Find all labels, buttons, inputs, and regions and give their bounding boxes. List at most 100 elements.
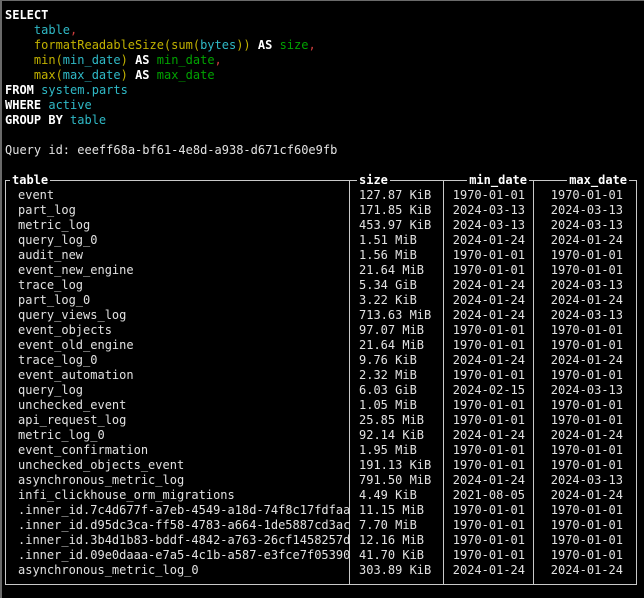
cell-max-date: 2024-03-13 (533, 218, 637, 233)
cell-table: event_old_engine (5, 338, 349, 353)
cell-max-date: 1970-01-01 (533, 518, 637, 533)
table-row: asynchronous_metric_log791.50 MiB2024-01… (5, 473, 637, 488)
cell-max-date: 1970-01-01 (533, 188, 637, 203)
table-row: asynchronous_metric_log_0303.89 KiB2024-… (5, 563, 637, 578)
result-table: table size min_date max_date event127.87… (5, 173, 637, 585)
cell-max-date: 2024-01-24 (533, 353, 637, 368)
cell-table: query_log_0 (5, 233, 349, 248)
cell-size: 12.16 MiB (349, 533, 443, 548)
sql-line: formatReadableSize(sum(bytes)) AS size, (5, 38, 644, 53)
cell-table: asynchronous_metric_log_0 (5, 563, 349, 578)
cell-min-date: 1970-01-01 (443, 533, 533, 548)
sql-token-identifier: table (34, 23, 70, 37)
table-row: query_log6.03 GiB2024-02-152024-03-13 (5, 383, 637, 398)
cell-max-date: 2024-01-24 (533, 563, 637, 578)
table-row: event_new_engine21.64 MiB1970-01-011970-… (5, 263, 637, 278)
cell-table: query_views_log (5, 308, 349, 323)
cell-max-date: 2024-01-24 (533, 428, 637, 443)
cell-size: 1.56 MiB (349, 248, 443, 263)
table-row: event_old_engine21.64 MiB1970-01-011970-… (5, 338, 637, 353)
cell-min-date: 2024-03-13 (443, 218, 533, 233)
cell-table: asynchronous_metric_log (5, 473, 349, 488)
cell-size: 97.07 MiB (349, 323, 443, 338)
sql-query: SELECTtable,formatReadableSize(sum(bytes… (5, 8, 644, 128)
table-header-row: table size min_date max_date (5, 173, 637, 188)
cell-min-date: 2021-08-05 (443, 488, 533, 503)
table-row: event_automation2.32 MiB1970-01-011970-0… (5, 368, 637, 383)
cell-table: .inner_id.3b4d1b83-bddf-4842-a763-26cf14… (5, 533, 349, 548)
sql-line: max(max_date) AS max_date (5, 68, 644, 83)
table-row: query_views_log713.63 MiB2024-01-242024-… (5, 308, 637, 323)
sql-token-plain (150, 53, 157, 67)
cell-min-date: 1970-01-01 (443, 458, 533, 473)
cell-max-date: 1970-01-01 (533, 458, 637, 473)
cell-min-date: 2024-02-15 (443, 383, 533, 398)
sql-line: WHERE active (5, 98, 644, 113)
cell-max-date: 1970-01-01 (533, 248, 637, 263)
sql-line: GROUP BY table (5, 113, 644, 128)
table-row: event127.87 KiB1970-01-011970-01-01 (5, 188, 637, 203)
table-row: unchecked_objects_event191.13 KiB1970-01… (5, 458, 637, 473)
cell-min-date: 1970-01-01 (443, 263, 533, 278)
cell-table: trace_log_0 (5, 353, 349, 368)
cell-max-date: 2024-03-13 (533, 308, 637, 323)
sql-token-identifier: max_date (63, 68, 121, 82)
cell-min-date: 1970-01-01 (443, 518, 533, 533)
table-row: trace_log5.34 GiB2024-01-242024-03-13 (5, 278, 637, 293)
cell-max-date: 2024-03-13 (533, 473, 637, 488)
terminal-window[interactable]: SELECTtable,formatReadableSize(sum(bytes… (0, 0, 644, 598)
cell-size: 6.03 GiB (349, 383, 443, 398)
sql-line: table, (5, 23, 644, 38)
cell-size: 453.97 KiB (349, 218, 443, 233)
cell-min-date: 2024-01-24 (443, 293, 533, 308)
table-body: event127.87 KiB1970-01-011970-01-01part_… (5, 188, 637, 585)
sql-token-alias: max_date (157, 68, 215, 82)
table-row: api_request_log25.85 MiB1970-01-011970-0… (5, 413, 637, 428)
cell-min-date: 2024-03-13 (443, 203, 533, 218)
cell-size: 7.70 MiB (349, 518, 443, 533)
sql-token-function: ) (121, 68, 128, 82)
cell-table: .inner_id.7c4d677f-a7eb-4549-a18d-74f8c1… (5, 503, 349, 518)
cell-table: metric_log (5, 218, 349, 233)
sql-token-function: formatReadableSize(sum( (34, 38, 200, 52)
cell-min-date: 2024-01-24 (443, 428, 533, 443)
cell-table: metric_log_0 (5, 428, 349, 443)
cell-max-date: 2024-03-13 (533, 278, 637, 293)
sql-token-identifier: system.parts (41, 83, 128, 97)
table-row: .inner_id.09e0daaa-e7a5-4c1b-a587-e3fce7… (5, 548, 637, 563)
cell-size: 791.50 MiB (349, 473, 443, 488)
cell-table: query_log (5, 383, 349, 398)
cell-table: infi_clickhouse_orm_migrations (5, 488, 349, 503)
cell-min-date: 2024-01-24 (443, 563, 533, 578)
column-header-max-date: max_date (533, 173, 637, 188)
cell-max-date: 1970-01-01 (533, 533, 637, 548)
table-row: infi_clickhouse_orm_migrations4.49 KiB20… (5, 488, 637, 503)
cell-min-date: 1970-01-01 (443, 188, 533, 203)
cell-size: 171.85 KiB (349, 203, 443, 218)
cell-max-date: 1970-01-01 (533, 548, 637, 563)
cell-size: 1.51 MiB (349, 233, 443, 248)
cell-max-date: 1970-01-01 (533, 338, 637, 353)
table-row: audit_new1.56 MiB1970-01-011970-01-01 (5, 248, 637, 263)
sql-token-function: min( (34, 53, 63, 67)
sql-token-identifier: min_date (63, 53, 121, 67)
cell-min-date: 1970-01-01 (443, 368, 533, 383)
query-id-line: Query id: eeeff68a-bf61-4e8d-a938-d671cf… (5, 143, 644, 158)
cell-max-date: 2024-03-13 (533, 203, 637, 218)
cell-size: 191.13 KiB (349, 458, 443, 473)
table-row: event_objects97.07 MiB1970-01-011970-01-… (5, 323, 637, 338)
sql-line: FROM system.parts (5, 83, 644, 98)
cell-table: unchecked_objects_event (5, 458, 349, 473)
sql-token-keyword: GROUP BY (5, 113, 63, 127)
cell-table: part_log (5, 203, 349, 218)
table-row: .inner_id.7c4d677f-a7eb-4549-a18d-74f8c1… (5, 503, 637, 518)
cell-max-date: 2024-01-24 (533, 233, 637, 248)
cell-table: trace_log (5, 278, 349, 293)
cell-max-date: 2024-01-24 (533, 293, 637, 308)
sql-token-plain (128, 68, 135, 82)
cell-max-date: 1970-01-01 (533, 398, 637, 413)
sql-token-keyword: AS (135, 68, 149, 82)
sql-token-plain (128, 53, 135, 67)
cell-min-date: 1970-01-01 (443, 398, 533, 413)
sql-token-function: ) (121, 53, 128, 67)
